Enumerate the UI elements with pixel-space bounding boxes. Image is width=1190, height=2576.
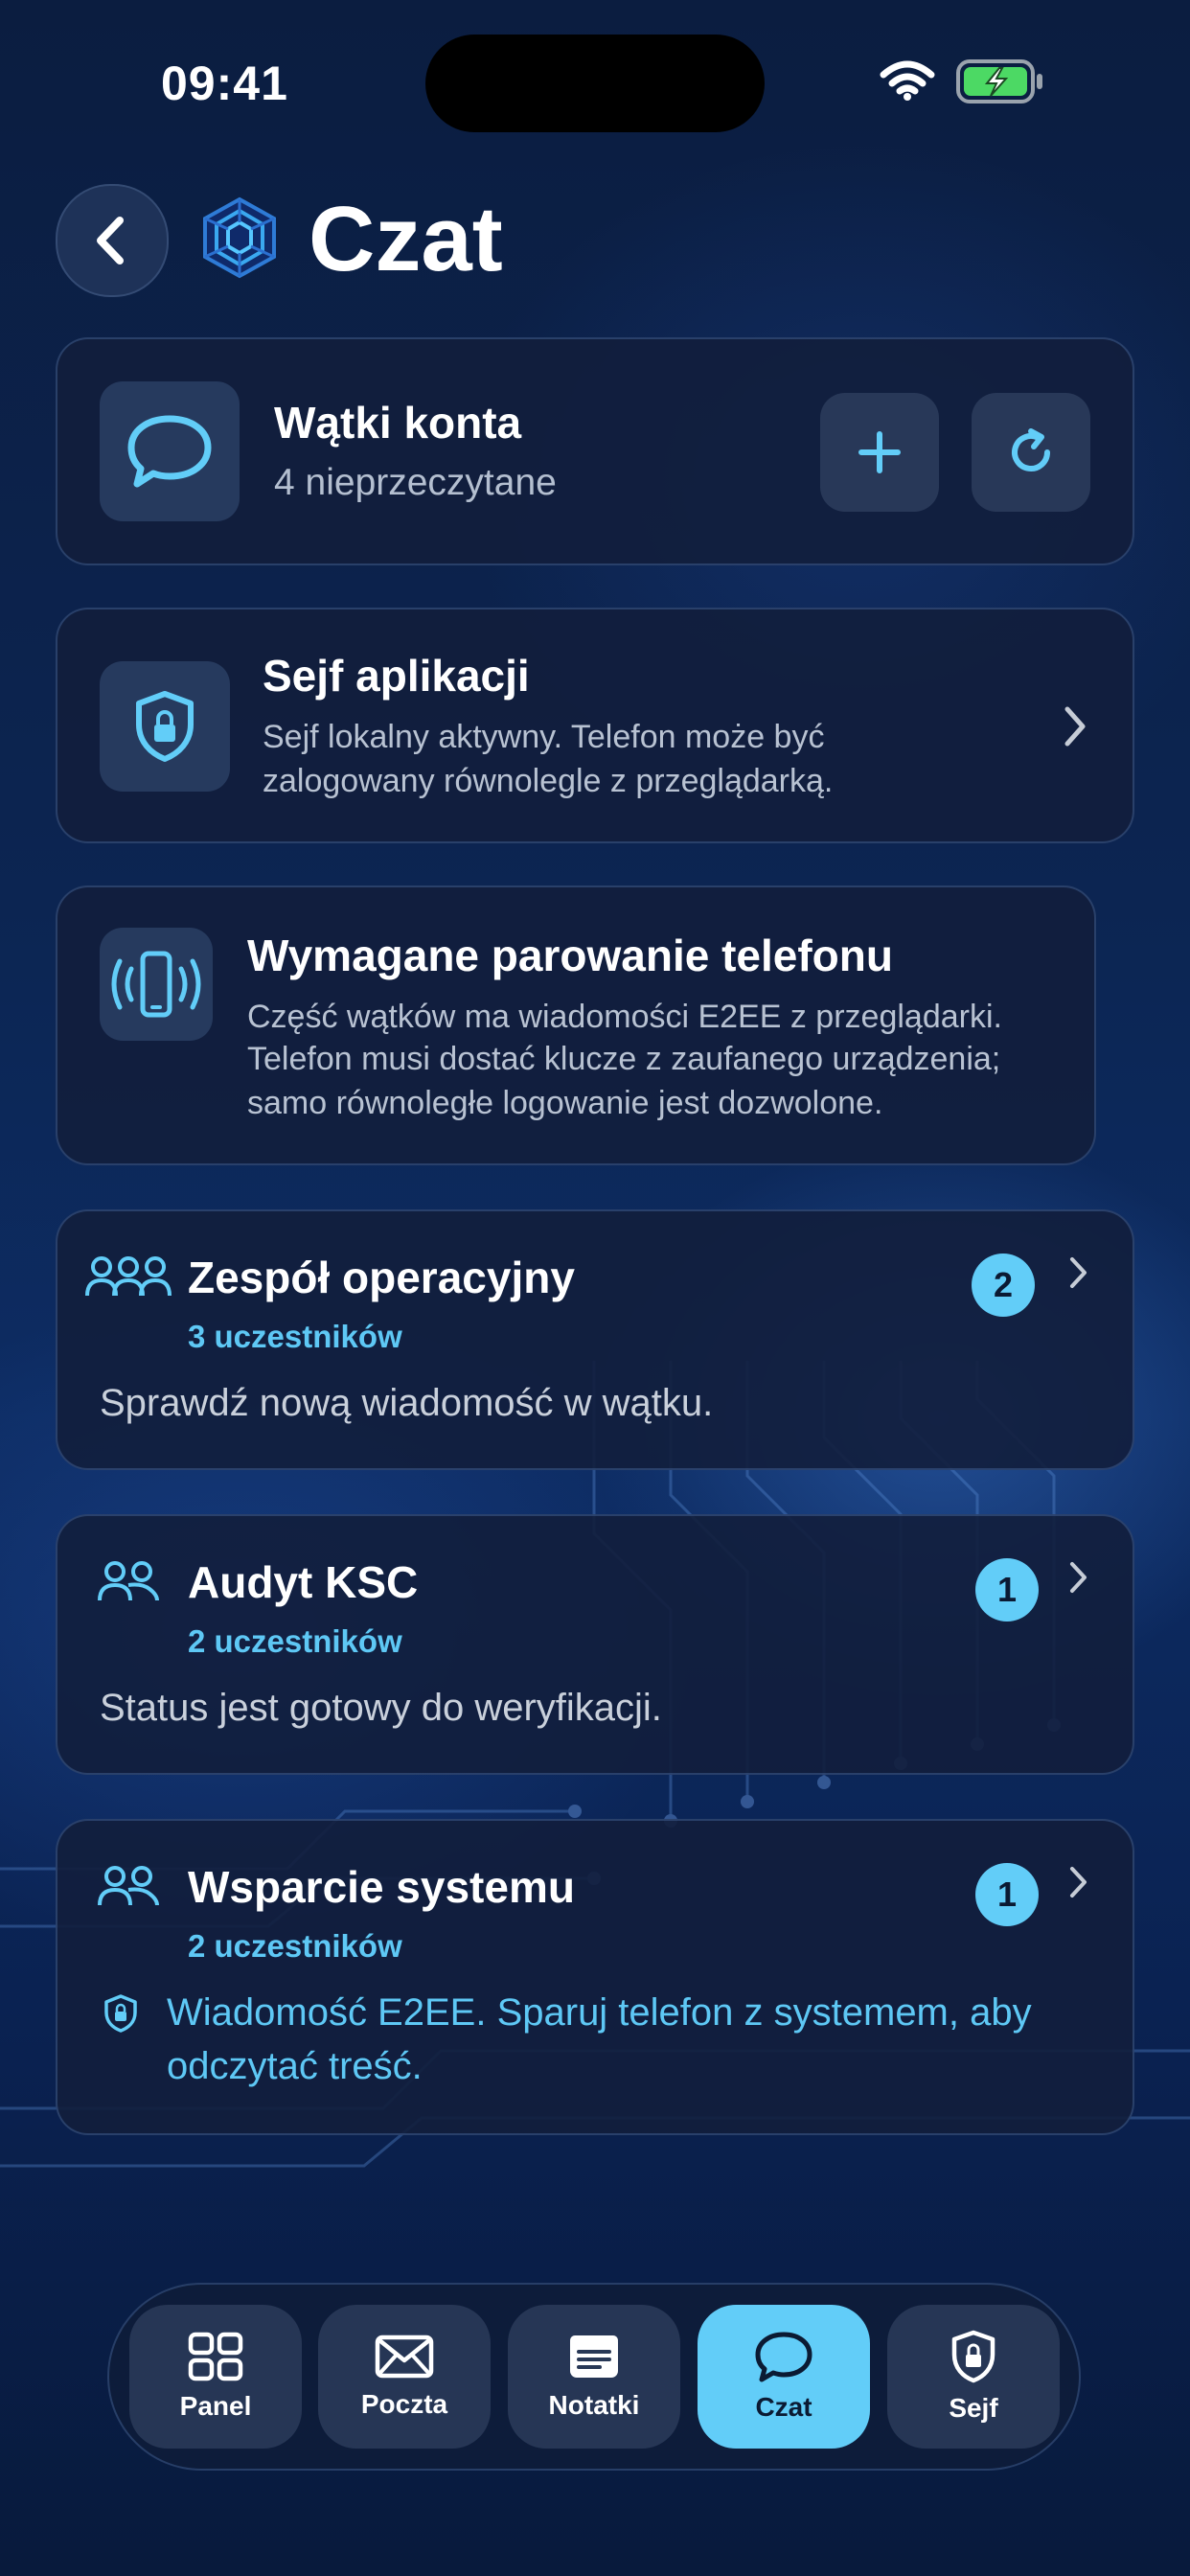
pairing-desc-line2: Telefon musi dostać klucze z zaufanego u… bbox=[247, 1041, 1001, 1077]
app-logo-icon bbox=[203, 196, 276, 279]
wifi-icon bbox=[880, 60, 935, 101]
back-button[interactable] bbox=[56, 184, 169, 297]
refresh-button[interactable] bbox=[972, 393, 1090, 512]
thread-participants: 3 uczestników bbox=[188, 1319, 402, 1354]
phone-icon-tile bbox=[100, 928, 213, 1041]
tab-panel[interactable]: Panel bbox=[129, 2305, 302, 2449]
vault-desc-line1: Sejf lokalny aktywny. Telefon może być bbox=[263, 719, 825, 755]
new-thread-button[interactable] bbox=[820, 393, 939, 512]
grid-icon bbox=[188, 2332, 243, 2381]
dynamic-island bbox=[425, 34, 765, 132]
phone-vibrate-icon bbox=[111, 951, 201, 1018]
thread-name: Audyt KSC bbox=[188, 1557, 419, 1607]
thread-name: Wsparcie systemu bbox=[188, 1862, 575, 1912]
vault-desc-line2: zalogowany równolegle z przeglądarką. bbox=[263, 763, 834, 799]
thread-preview-line1: Wiadomość E2EE. Sparuj telefon z systeme… bbox=[167, 1991, 1032, 2034]
group-two-icon bbox=[98, 1561, 159, 1601]
chevron-right-icon bbox=[1064, 706, 1086, 747]
refresh-icon bbox=[1012, 428, 1050, 472]
group-three-icon bbox=[85, 1256, 172, 1297]
pairing-desc-line1: Część wątków ma wiadomości E2EE z przegl… bbox=[247, 999, 1002, 1035]
shield-lock-icon bbox=[136, 691, 194, 762]
chevron-right-icon bbox=[1070, 1562, 1087, 1593]
tab-label: Sejf bbox=[949, 2393, 998, 2423]
envelope-icon bbox=[375, 2334, 434, 2379]
tab-label: Notatki bbox=[548, 2390, 640, 2420]
tab-chat[interactable]: Czat bbox=[698, 2305, 870, 2449]
thread-participants: 2 uczestników bbox=[188, 1623, 402, 1659]
tab-notes[interactable]: Notatki bbox=[508, 2305, 680, 2449]
tab-label: Czat bbox=[755, 2392, 812, 2422]
thread-preview: Status jest gotowy do weryfikacji. bbox=[100, 1687, 662, 1729]
group-two-icon bbox=[98, 1866, 159, 1906]
vault-title: Sejf aplikacji bbox=[263, 651, 530, 701]
chevron-left-icon bbox=[97, 217, 124, 264]
account-threads-title: Wątki konta bbox=[274, 398, 522, 448]
tab-vault[interactable]: Sejf bbox=[887, 2305, 1060, 2449]
chat-bubble-icon bbox=[127, 415, 212, 488]
page-title: Czat bbox=[309, 188, 503, 290]
shield-lock-icon bbox=[104, 1994, 137, 2033]
thread-name: Zespół operacyjny bbox=[188, 1253, 575, 1302]
unread-count-text: 4 nieprzeczytane bbox=[274, 462, 557, 503]
unread-badge: 1 bbox=[975, 1558, 1039, 1622]
vault-icon-tile bbox=[100, 661, 230, 792]
chat-icon-tile bbox=[100, 381, 240, 521]
tab-label: Panel bbox=[179, 2391, 252, 2421]
pairing-title: Wymagane parowanie telefonu bbox=[247, 931, 893, 980]
tab-mail[interactable]: Poczta bbox=[318, 2305, 491, 2449]
unread-badge: 1 bbox=[975, 1863, 1039, 1926]
unread-badge: 2 bbox=[972, 1254, 1035, 1317]
chat-bubble-icon bbox=[755, 2332, 812, 2382]
chevron-right-icon bbox=[1070, 1867, 1087, 1898]
shield-lock-icon bbox=[951, 2330, 995, 2383]
plus-icon bbox=[858, 431, 901, 473]
status-time: 09:41 bbox=[161, 57, 288, 110]
thread-participants: 2 uczestników bbox=[188, 1928, 402, 1964]
pairing-desc-line3: samo równoległe logowanie jest dozwolone… bbox=[247, 1085, 883, 1121]
battery-charging-icon bbox=[956, 59, 1042, 104]
thread-preview: Sprawdź nową wiadomość w wątku. bbox=[100, 1382, 714, 1424]
tab-label: Poczta bbox=[360, 2389, 448, 2419]
thread-preview-line2: odczytać treść. bbox=[167, 2045, 423, 2087]
note-icon bbox=[570, 2335, 618, 2378]
chevron-right-icon bbox=[1070, 1257, 1087, 1288]
